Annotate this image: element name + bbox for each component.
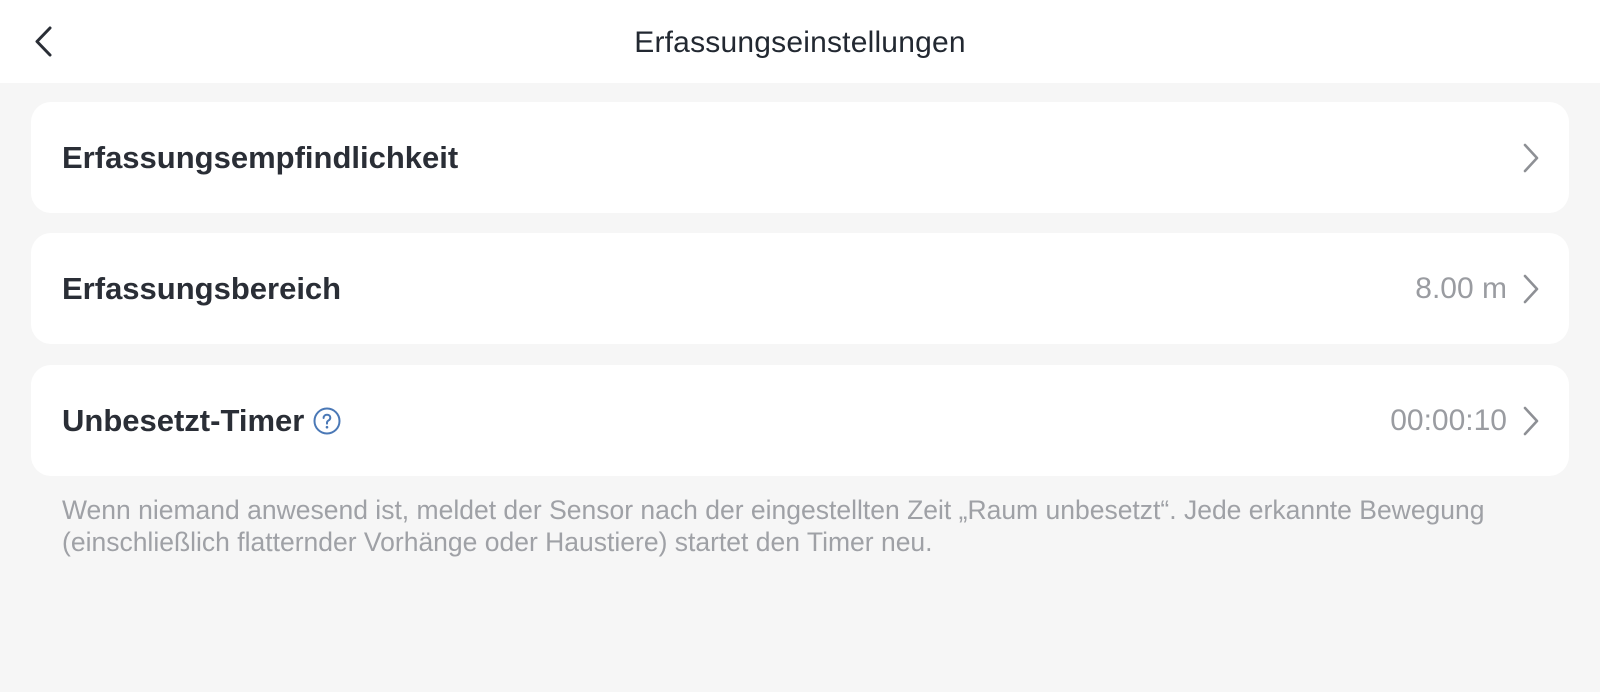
setting-row-range[interactable]: Erfassungsbereich 8.00 m: [31, 233, 1569, 344]
header-bar: Erfassungseinstellungen: [0, 0, 1600, 83]
chevron-right-icon: [1523, 143, 1539, 173]
chevron-right-icon: [1523, 274, 1539, 304]
setting-label-vacancy-timer-text: Unbesetzt-Timer: [62, 403, 305, 438]
page-title: Erfassungseinstellungen: [634, 26, 966, 59]
setting-label-sensitivity: Erfassungsempfindlichkeit: [62, 140, 459, 175]
setting-row-vacancy-timer[interactable]: Unbesetzt-Timer 00:00:10: [31, 365, 1569, 476]
setting-label-range: Erfassungsbereich: [62, 271, 342, 306]
setting-value-range: 8.00 m: [1415, 272, 1507, 305]
setting-row-sensitivity[interactable]: Erfassungsempfindlichkeit: [31, 102, 1569, 213]
setting-value-vacancy-timer: 00:00:10: [1390, 404, 1507, 437]
chevron-right-icon: [1523, 406, 1539, 436]
vacancy-timer-description: Wenn niemand anwesend ist, meldet der Se…: [62, 495, 1485, 557]
question-circle-icon[interactable]: [313, 407, 341, 435]
setting-label-vacancy-timer: Unbesetzt-Timer: [62, 365, 341, 476]
